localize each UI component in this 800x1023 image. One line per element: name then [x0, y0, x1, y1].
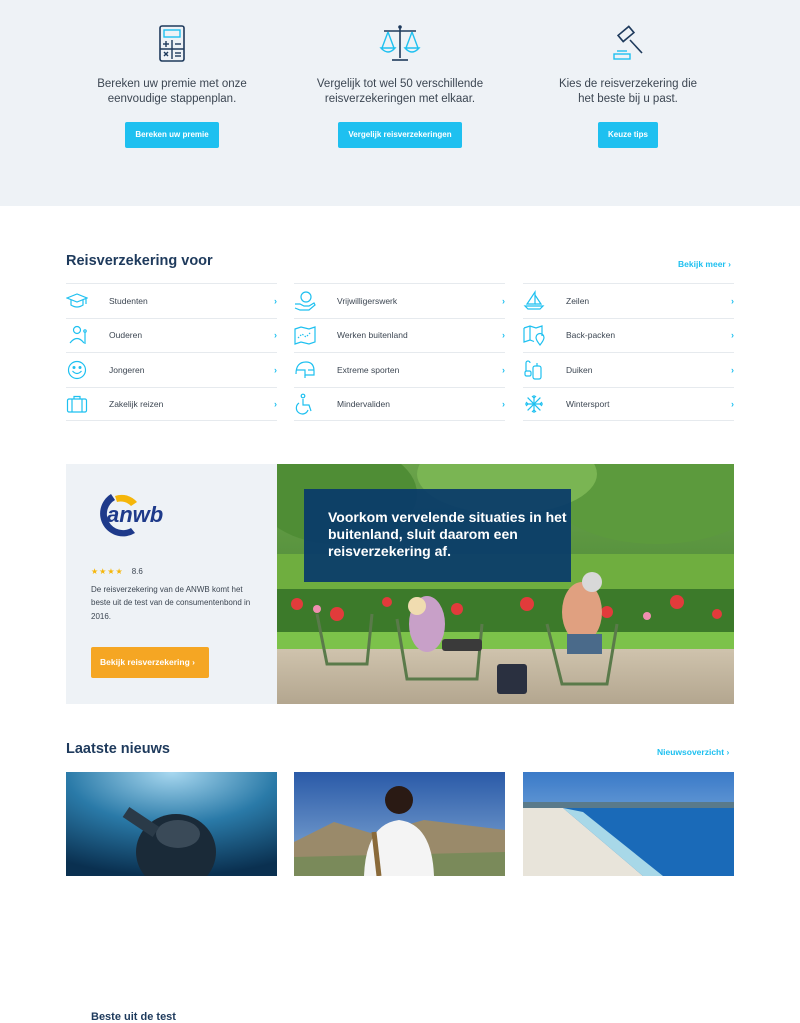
diving-icon	[524, 360, 542, 380]
category-item-back-packen[interactable]: Back-packen ›	[523, 317, 734, 353]
rating-score: 8.6	[131, 567, 143, 576]
chevron-right-icon: ›	[192, 657, 195, 667]
category-item-wintersport[interactable]: Wintersport ›	[523, 386, 734, 421]
category-item-jongeren[interactable]: Jongeren ›	[66, 352, 277, 387]
chevron-right-icon: ›	[731, 398, 734, 409]
category-item-ouderen[interactable]: Ouderen ›	[66, 317, 277, 353]
category-label: Zakelijk reizen	[109, 398, 164, 409]
category-label: Extreme sporten	[337, 364, 400, 375]
news-overview-label: Nieuwsoverzicht	[657, 747, 725, 757]
step-text-line: reisverzekeringen met elkaar.	[324, 93, 476, 105]
category-item-zakelijk-reizen[interactable]: Zakelijk reizen ›	[66, 386, 277, 421]
map-pin-icon	[523, 325, 545, 347]
step-premium: Bereken uw premie met onze eenvoudige st…	[57, 24, 287, 148]
chevron-right-icon: ›	[726, 747, 730, 757]
scales-icon	[379, 25, 421, 61]
chevron-right-icon: ›	[731, 364, 734, 375]
snowflake-icon	[525, 394, 543, 413]
step-text-line: eenvoudige stappenplan.	[107, 93, 237, 105]
category-label: Jongeren	[109, 364, 145, 375]
chevron-right-icon: ›	[502, 364, 505, 375]
step-text: Vergelijk tot wel 50 verschillende reisv…	[285, 77, 515, 107]
category-item-vrijwilligerswerk[interactable]: Vrijwilligerswerk ›	[294, 283, 505, 318]
chevron-right-icon: ›	[274, 295, 277, 306]
category-label: Werken buitenland	[337, 330, 408, 341]
helping-hand-icon	[294, 291, 316, 311]
chevron-right-icon: ›	[502, 330, 505, 341]
news-card-hiker[interactable]	[294, 772, 505, 876]
category-column: Zeilen › Back-packen › Duiken › Wintersport…	[523, 283, 734, 421]
category-label: Studenten	[109, 295, 148, 306]
rating: ★★★★ 8.6	[91, 567, 143, 576]
suitcase-icon	[66, 395, 88, 413]
compare-insurances-button[interactable]: Vergelijk reisverzekeringen	[338, 122, 462, 148]
elderly-icon	[69, 326, 87, 345]
news-card-diver[interactable]	[66, 772, 277, 876]
see-more-label: Bekijk meer	[678, 259, 726, 269]
chevron-right-icon: ›	[731, 330, 734, 341]
chevron-right-icon: ›	[502, 295, 505, 306]
category-column: Vrijwilligerswerk › Werken buitenland › Ex…	[294, 283, 505, 421]
diver-photo	[66, 772, 277, 876]
category-item-extreme-sporten[interactable]: Extreme sporten ›	[294, 352, 505, 387]
wheelchair-icon	[295, 393, 312, 415]
see-more-link[interactable]: Bekijk meer ›	[678, 259, 731, 269]
category-item-duiken[interactable]: Duiken ›	[523, 352, 734, 387]
news-title: Laatste nieuws	[66, 741, 170, 757]
step-text-line: Bereken uw premie met onze	[97, 78, 247, 90]
step-choose: Kies de reisverzekering die het beste bi…	[513, 24, 743, 148]
helmet-icon	[295, 361, 315, 378]
category-label: Duiken	[566, 364, 593, 375]
step-text-line: het beste bij u past.	[578, 93, 678, 105]
category-item-werken-buitenland[interactable]: Werken buitenland ›	[294, 317, 505, 353]
anwb-logo-text: anwb	[107, 502, 163, 527]
category-label: Mindervaliden	[337, 398, 390, 409]
category-label: Vrijwilligerswerk	[337, 295, 398, 306]
category-item-zeilen[interactable]: Zeilen ›	[523, 283, 734, 318]
chevron-right-icon: ›	[728, 259, 731, 269]
beach-photo	[523, 772, 734, 876]
promo-title: Beste uit de test	[91, 1011, 176, 1023]
steps-section: Bereken uw premie met onze eenvoudige st…	[0, 0, 800, 206]
smiley-icon	[67, 360, 87, 379]
calculator-icon	[159, 25, 185, 62]
chevron-right-icon: ›	[502, 398, 505, 409]
choice-tips-button[interactable]: Keuze tips	[597, 122, 658, 148]
promo-description: De reisverzekering van de ANWB komt het …	[91, 585, 251, 621]
star-rating-icon: ★★★★	[91, 567, 124, 576]
view-insurance-button[interactable]: Bekijk reisverzekering ›	[91, 647, 209, 678]
step-text-line: Vergelijk tot wel 50 verschillende	[316, 78, 484, 90]
step-text-line: Kies de reisverzekering die	[558, 78, 698, 90]
graduation-cap-icon	[66, 293, 88, 308]
news-overview-link[interactable]: Nieuwsoverzicht ›	[657, 747, 729, 757]
world-map-icon	[294, 326, 316, 346]
category-item-studenten[interactable]: Studenten ›	[66, 283, 277, 318]
view-insurance-label: Bekijk reisverzekering	[100, 657, 190, 667]
news-card-beach[interactable]	[523, 772, 734, 876]
chevron-right-icon: ›	[274, 330, 277, 341]
categories-title: Reisverzekering voor	[66, 253, 213, 269]
step-compare: Vergelijk tot wel 50 verschillende reisv…	[285, 24, 515, 148]
calculate-premium-button[interactable]: Bereken uw premie	[125, 122, 219, 148]
promo-headline: Voorkom vervelende situaties in het buit…	[304, 489, 571, 582]
chevron-right-icon: ›	[731, 295, 734, 306]
step-text: Kies de reisverzekering die het beste bi…	[513, 77, 743, 107]
chevron-right-icon: ›	[274, 398, 277, 409]
category-label: Ouderen	[109, 330, 143, 341]
chevron-right-icon: ›	[274, 364, 277, 375]
anwb-promo-card: anwb Beste uit de test ★★★★ 8.6 De reisv…	[66, 464, 277, 1023]
sailboat-icon	[523, 289, 545, 310]
gavel-icon	[613, 25, 643, 60]
category-column: Studenten › Ouderen › Jongeren › Zakelijk r…	[66, 283, 277, 421]
category-label: Zeilen	[566, 295, 590, 306]
category-label: Wintersport	[566, 398, 610, 409]
anwb-logo[interactable]: anwb	[91, 488, 177, 540]
category-item-mindervaliden[interactable]: Mindervaliden ›	[294, 386, 505, 421]
hiker-photo	[294, 772, 505, 876]
category-label: Back-packen	[566, 330, 616, 341]
step-text: Bereken uw premie met onze eenvoudige st…	[57, 77, 287, 107]
